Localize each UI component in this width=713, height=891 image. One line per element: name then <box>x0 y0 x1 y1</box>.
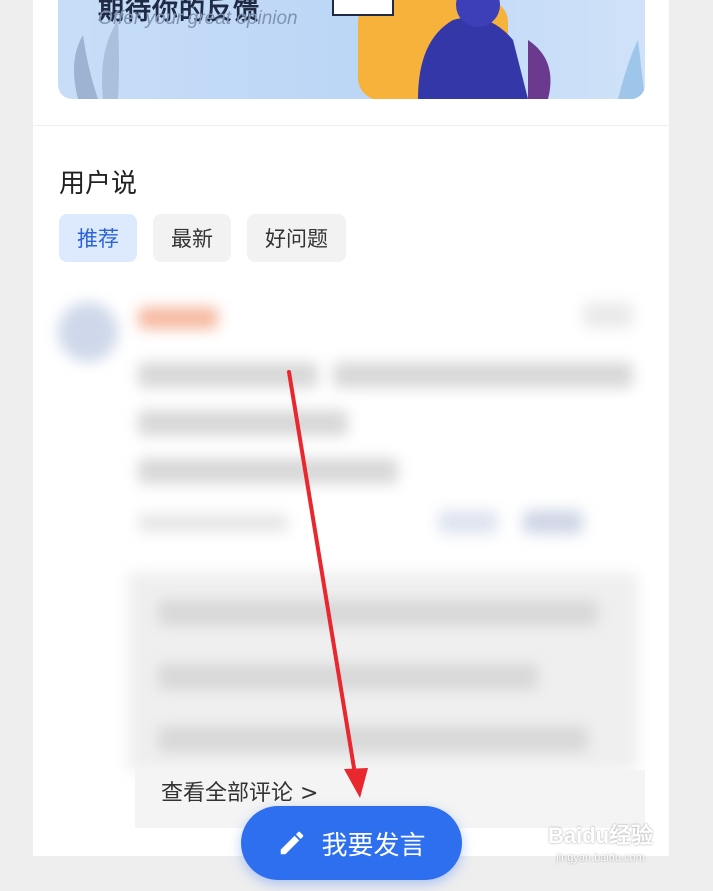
baidu-watermark: Baidu经验 jingyan.baidu.com <box>548 818 653 864</box>
watermark-url: jingyan.baidu.com <box>556 852 645 864</box>
divider <box>33 125 669 126</box>
pencil-icon <box>281 831 304 855</box>
post-comment-button[interactable]: 我要发言 <box>241 806 462 880</box>
blurred-comment <box>43 282 643 778</box>
view-all-comments-link[interactable]: 查看全部评论 > <box>161 775 318 807</box>
feedback-banner[interactable]: 期待你的反馈 Offer your great opinion <box>58 0 645 99</box>
section-title: 用户说 <box>59 169 138 199</box>
post-button-label: 我要发言 <box>321 830 426 861</box>
watermark-brand: Baidu经验 <box>548 823 654 848</box>
tab-latest[interactable]: 最新 <box>153 214 231 262</box>
tab-good-questions[interactable]: 好问题 <box>247 214 346 262</box>
filter-tabs: 推荐 最新 好问题 <box>59 214 346 262</box>
banner-subtitle: Offer your great opinion <box>98 8 298 29</box>
feedback-card: 期待你的反馈 Offer your great opinion 用户说 推荐 最… <box>33 0 669 856</box>
tab-recommended[interactable]: 推荐 <box>59 214 137 262</box>
